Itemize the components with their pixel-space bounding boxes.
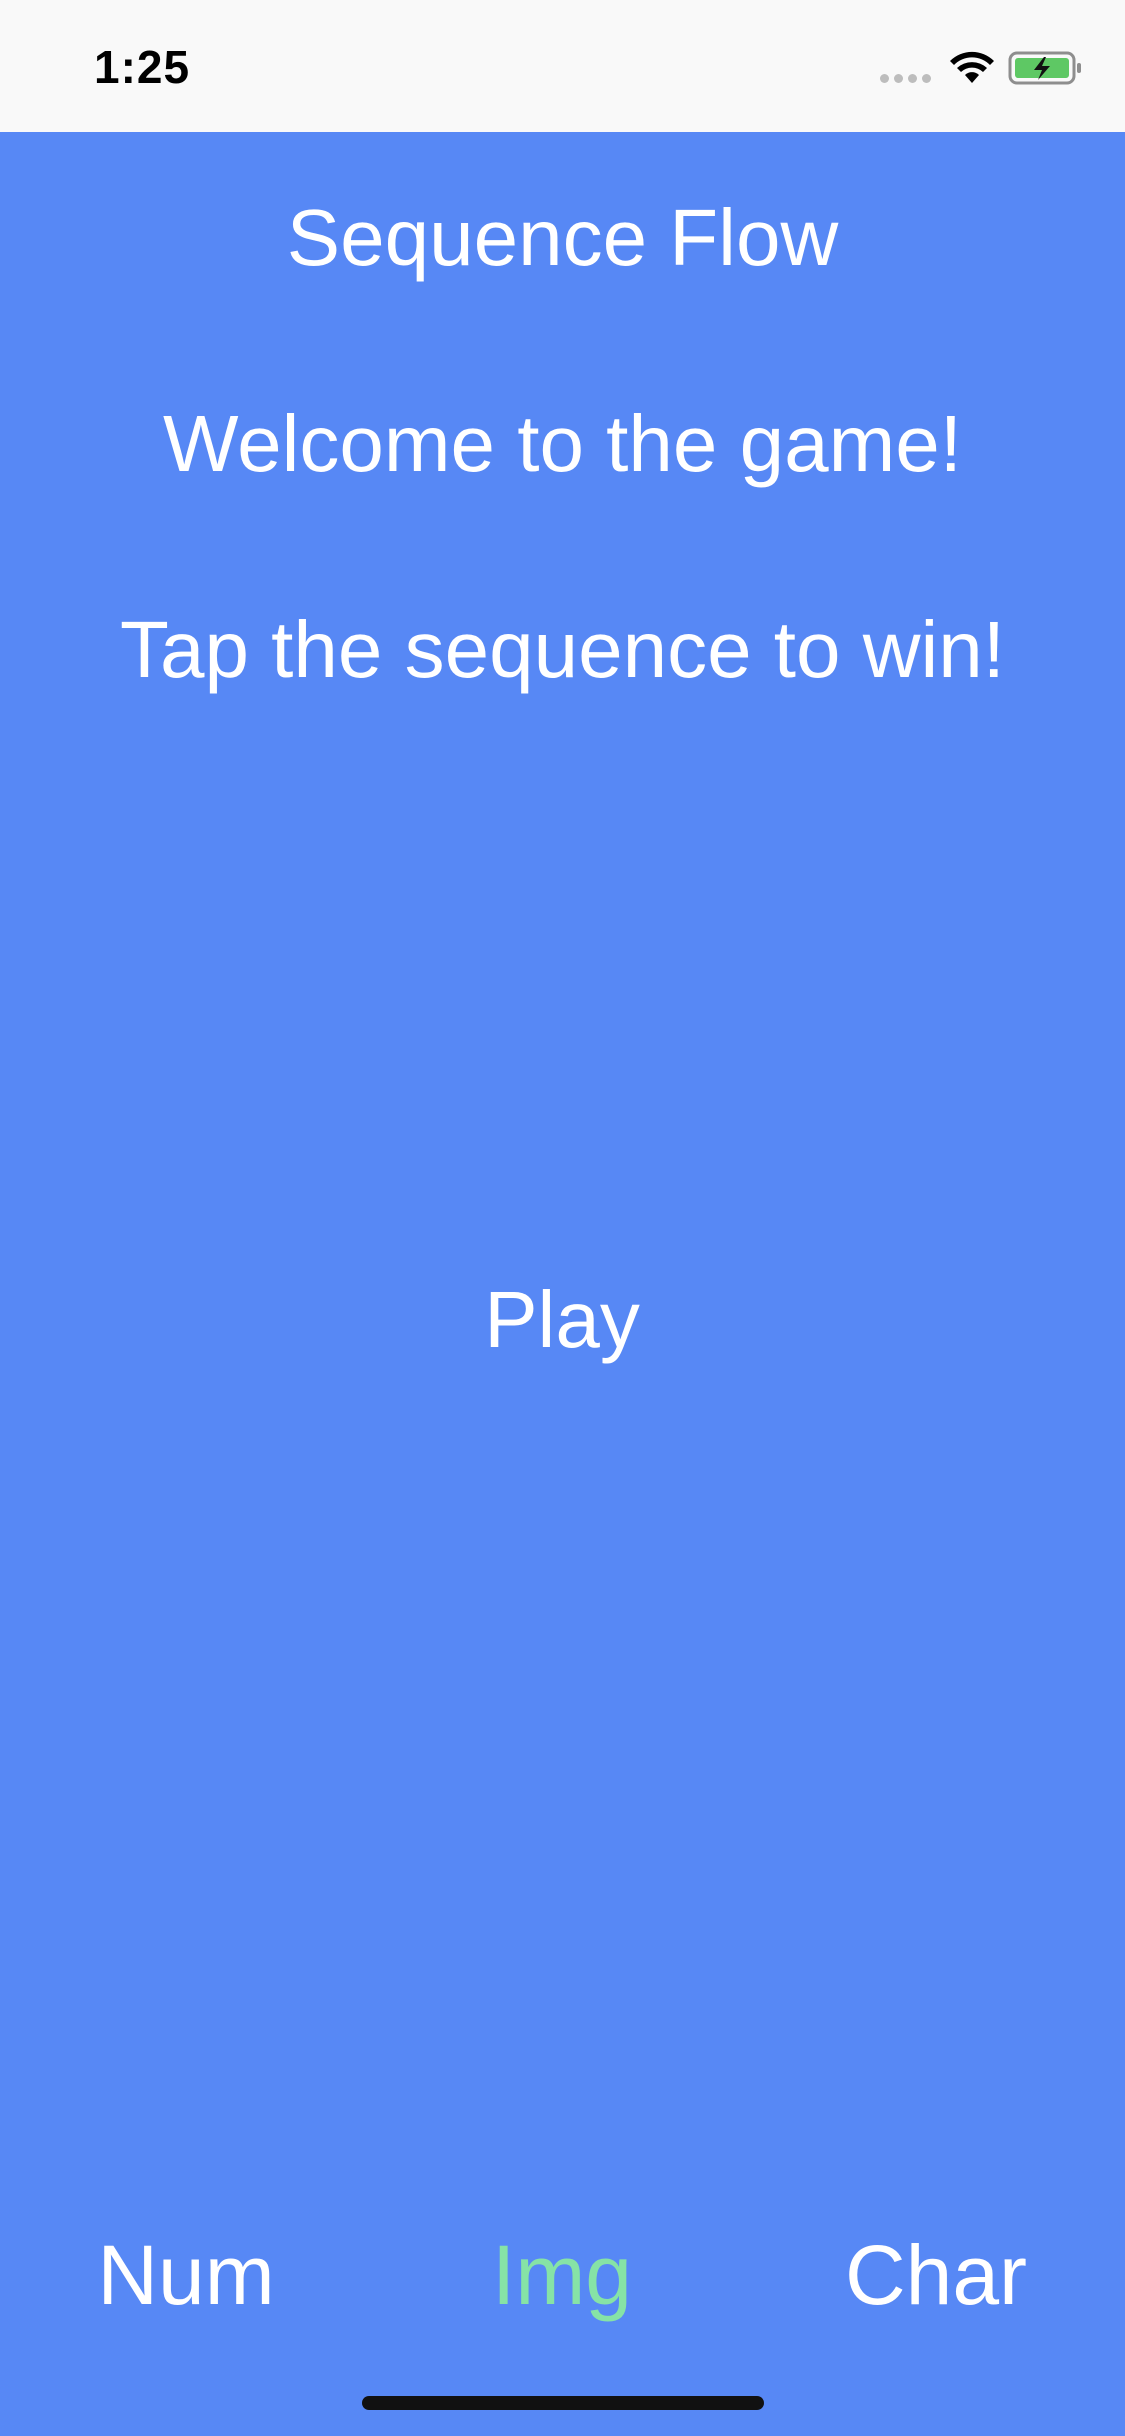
play-button[interactable]: Play xyxy=(412,1260,712,1380)
app-title: Sequence Flow xyxy=(286,193,839,282)
wifi-icon xyxy=(950,51,994,83)
tab-bar: Num Img Char xyxy=(0,2220,1125,2330)
instruction-message: Tap the sequence to win! xyxy=(119,605,1006,694)
battery-charging-icon xyxy=(1008,51,1081,85)
home-indicator[interactable] xyxy=(362,2396,764,2410)
tab-char[interactable]: Char xyxy=(786,2220,1086,2330)
welcome-message: Welcome to the game! xyxy=(163,399,962,488)
signal-dots-icon xyxy=(880,74,936,84)
tab-num[interactable]: Num xyxy=(36,2220,336,2330)
status-time: 1:25 xyxy=(94,41,191,93)
tab-img[interactable]: Img xyxy=(412,2220,712,2330)
status-bar: 1:25 xyxy=(0,0,1125,132)
